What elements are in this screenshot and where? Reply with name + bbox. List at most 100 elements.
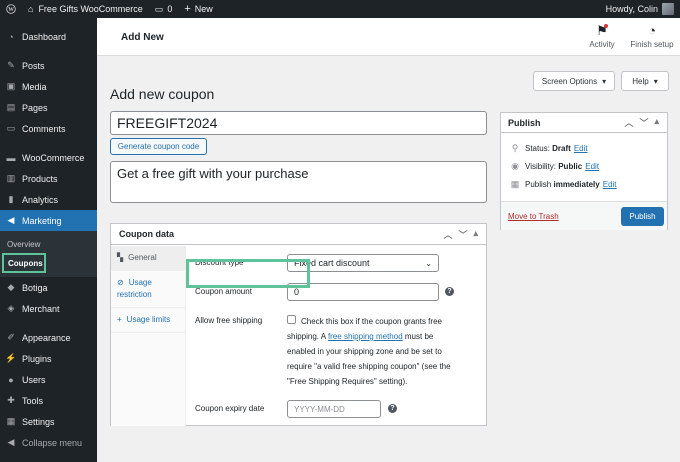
help-icon[interactable]: ? (445, 287, 454, 296)
sidebar-item-collapse[interactable]: ◀ Collapse menu (0, 432, 97, 453)
sidebar-item-tools[interactable]: ✚ Tools (0, 390, 97, 411)
comment-icon: ▭ (6, 123, 16, 133)
visibility-row: ◉ Visibility: Public Edit (501, 157, 667, 175)
sidebar-item-products[interactable]: ▥ Products (0, 168, 97, 189)
sidebar-item-analytics[interactable]: ▮ Analytics (0, 189, 97, 210)
pin-icon: ✎ (7, 60, 15, 70)
merchant-icon: ◈ (7, 303, 15, 313)
collapse-icon: ◀ (7, 437, 15, 447)
submenu-overview[interactable]: Overview (0, 235, 97, 253)
megaphone-icon: ◀ (7, 215, 15, 225)
pin-icon: ⚲ (511, 142, 519, 153)
comments-link[interactable]: ▭ 0 (149, 0, 179, 18)
sidebar-item-plugins[interactable]: ⚡ Plugins (0, 348, 97, 369)
sidebar-item-posts[interactable]: ✎ Posts (0, 55, 97, 76)
toggle-panel-icon[interactable]: ▴ (473, 228, 478, 241)
move-up-icon[interactable]: ︿ (624, 116, 633, 129)
site-name-link[interactable]: ⌂ Free Gifts WooCommerce (22, 0, 149, 18)
expiry-date-input[interactable]: YYYY-MM-DD (287, 400, 381, 418)
finish-setup-button[interactable]: ◔ Finish setup (627, 22, 677, 49)
sidebar-item-media[interactable]: ▣ Media (0, 76, 97, 97)
ticket-icon: ▚ (117, 253, 124, 262)
coupon-data-box: Coupon data ︿ ﹀ ▴ ▚ General ⊘ Usage restri… (110, 223, 487, 426)
free-shipping-label: Allow free shipping (195, 316, 263, 325)
publish-header: Publish ︿ ﹀ ▴ (501, 113, 667, 133)
tab-usage-limits[interactable]: + Usage limits (111, 308, 185, 333)
discount-type-select[interactable]: Fixed cart discount ⌄ (287, 254, 439, 272)
tab-general[interactable]: ▚ General (111, 246, 185, 271)
admin-sidebar: ◔ Dashboard ✎ Posts ▣ Media ▤ Pages ▭ Comment… (0, 18, 97, 462)
admin-bar: W ⌂ Free Gifts WooCommerce ▭ 0 + New How… (0, 0, 680, 18)
activity-button[interactable]: ⚑ Activity (587, 22, 617, 49)
caret-down-icon: ▾ (653, 76, 658, 86)
new-content-link[interactable]: + New (178, 0, 218, 18)
analytics-icon: ▮ (8, 194, 14, 204)
notification-dot (604, 24, 608, 28)
eye-icon: ◉ (511, 160, 519, 171)
comment-bubble-icon: ▭ (154, 3, 164, 14)
sidebar-item-comments[interactable]: ▭ Comments (0, 118, 97, 139)
move-down-icon[interactable]: ﹀ (639, 116, 648, 129)
sidebar-item-woocommerce[interactable]: ▬ WooCommerce (0, 147, 97, 168)
coupon-code-input[interactable]: FREEGIFT2024 (110, 111, 487, 135)
visibility-edit-link[interactable]: Edit (585, 162, 599, 171)
woo-header: Add New ⚑ Activity ◔ Finish setup (97, 18, 680, 56)
expiry-date-label: Coupon expiry date (195, 404, 265, 413)
sidebar-item-settings[interactable]: ▦ Settings (0, 411, 97, 432)
sidebar-item-marketing[interactable]: ◀ Marketing (0, 210, 97, 231)
generate-coupon-code-button[interactable]: Generate coupon code (110, 138, 207, 155)
svg-text:W: W (8, 7, 14, 13)
sidebar-item-users[interactable]: ● Users (0, 369, 97, 390)
botiga-icon: ◆ (7, 282, 15, 292)
products-icon: ▥ (6, 173, 16, 183)
wrench-icon: ✚ (7, 395, 15, 405)
account-menu[interactable]: Howdy, Colin (600, 0, 680, 18)
status-edit-link[interactable]: Edit (574, 144, 588, 153)
home-icon: ⌂ (28, 4, 34, 14)
avatar (662, 3, 674, 15)
publish-button[interactable]: Publish (621, 207, 664, 226)
coupon-description-textarea[interactable]: Get a free gift with your purchase (110, 161, 487, 203)
publish-actions: Move to Trash Publish (501, 201, 667, 230)
publish-date-row: ▦ Publish immediately Edit (510, 178, 617, 189)
screen-options-button[interactable]: Screen Options ▾ (533, 71, 615, 91)
marketing-submenu: Overview Coupons (0, 231, 97, 277)
wordpress-logo-icon[interactable]: W (0, 0, 22, 18)
page-title: Add new coupon (110, 86, 215, 102)
free-shipping-description: Check this box if the coupon grants free… (287, 317, 451, 386)
help-button[interactable]: Help ▾ (621, 71, 669, 91)
coupon-data-header: Coupon data ︿ ﹀ ▴ (111, 224, 486, 245)
submenu-coupons[interactable]: Coupons (2, 253, 46, 273)
move-down-icon[interactable]: ﹀ (458, 228, 467, 241)
publish-date-edit-link[interactable]: Edit (603, 180, 617, 189)
coupon-data-tabs: ▚ General ⊘ Usage restriction + Usage limit… (111, 246, 186, 426)
general-panel: Discount type Fixed cart discount ⌄ Coup… (187, 246, 487, 426)
settings-icon: ▦ (6, 416, 16, 426)
progress-circle-icon: ◔ (648, 23, 656, 38)
sidebar-item-dashboard[interactable]: ◔ Dashboard (0, 26, 97, 47)
calendar-icon: ▦ (510, 178, 520, 189)
flag-icon: ⚑ (596, 23, 608, 38)
user-icon: ● (8, 374, 14, 385)
move-to-trash-link[interactable]: Move to Trash (508, 212, 559, 221)
free-shipping-method-link[interactable]: free shipping method (328, 332, 403, 341)
move-up-icon[interactable]: ︿ (443, 228, 452, 241)
toggle-panel-icon[interactable]: ▴ (654, 116, 659, 129)
chevron-down-icon: ⌄ (425, 258, 432, 268)
pages-icon: ▤ (6, 102, 16, 112)
woo-icon: ▬ (6, 152, 16, 163)
sidebar-item-appearance[interactable]: ✐ Appearance (0, 327, 97, 348)
sidebar-item-pages[interactable]: ▤ Pages (0, 97, 97, 118)
tab-usage-restriction[interactable]: ⊘ Usage restriction (111, 271, 185, 308)
plugin-icon: ⚡ (5, 353, 17, 363)
plus-icon: + (117, 315, 122, 324)
brush-icon: ✐ (7, 332, 15, 342)
coupon-amount-input[interactable]: 0 (287, 283, 439, 301)
sidebar-item-botiga[interactable]: ◆ Botiga (0, 277, 97, 298)
help-icon[interactable]: ? (388, 404, 397, 413)
discount-type-label: Discount type (195, 258, 244, 267)
media-icon: ▣ (6, 81, 16, 91)
sidebar-item-merchant[interactable]: ◈ Merchant (0, 298, 97, 319)
plus-icon: + (184, 3, 191, 15)
prohibited-icon: ⊘ (117, 278, 124, 287)
